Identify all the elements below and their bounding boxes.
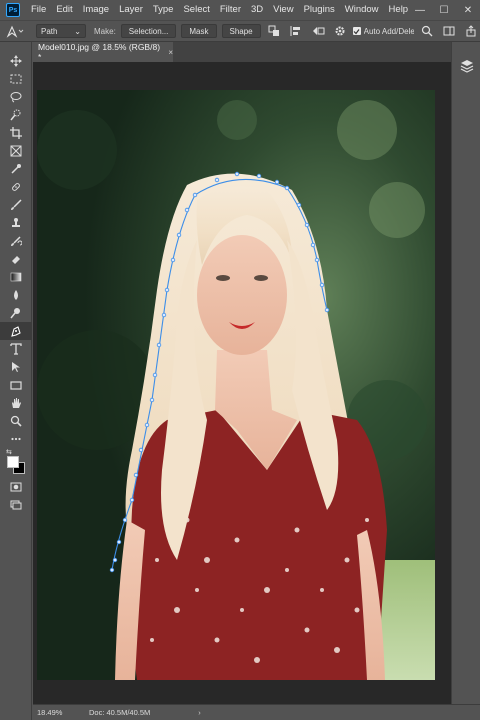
pen-icon: [6, 25, 24, 38]
healing-brush-tool-icon[interactable]: [0, 178, 32, 196]
path-operations-icon[interactable]: [265, 22, 283, 40]
workspace-icon[interactable]: [440, 22, 458, 40]
tool-mode-select[interactable]: Path ⌄: [36, 24, 86, 38]
document-tabs: Model010.jpg @ 18.5% (RGB/8) * ×: [33, 42, 451, 62]
quick-selection-tool-icon[interactable]: [0, 106, 32, 124]
document-size: Doc: 40.5M/40.5M: [89, 708, 151, 717]
tool-preset-picker[interactable]: [0, 21, 30, 41]
search-icon[interactable]: [418, 22, 436, 40]
pen-tool-icon[interactable]: [0, 322, 32, 340]
crop-tool-icon[interactable]: [0, 124, 32, 142]
photoshop-logo: Ps: [6, 3, 20, 17]
blur-tool-icon[interactable]: [0, 286, 32, 304]
tools-panel: ⇆: [0, 42, 32, 720]
rectangle-tool-icon[interactable]: [0, 376, 32, 394]
menu-select[interactable]: Select: [178, 0, 214, 20]
more-tools-icon[interactable]: [0, 430, 32, 448]
document-tab[interactable]: Model010.jpg @ 18.5% (RGB/8) * ×: [33, 42, 173, 62]
menu-3d[interactable]: 3D: [246, 0, 268, 20]
zoom-level[interactable]: 18.49%: [37, 708, 89, 717]
history-brush-tool-icon[interactable]: [0, 232, 32, 250]
make-selection-button[interactable]: Selection...: [120, 24, 177, 38]
gear-icon[interactable]: [331, 22, 349, 40]
auto-add-delete-label: Auto Add/Delete: [363, 26, 414, 36]
path-selection-tool-icon[interactable]: [0, 358, 32, 376]
maximize-button[interactable]: ☐: [432, 0, 456, 20]
path-alignment-icon[interactable]: [287, 22, 305, 40]
panel-grip[interactable]: [452, 42, 480, 54]
eyedropper-tool-icon[interactable]: [0, 160, 32, 178]
auto-add-delete-checkbox[interactable]: [352, 27, 361, 35]
close-button[interactable]: ✕: [456, 0, 480, 20]
menu-type[interactable]: Type: [148, 0, 179, 20]
status-bar: 18.49% Doc: 40.5M/40.5M ›: [33, 704, 480, 720]
menu-bar: Ps File Edit Image Layer Type Select Fil…: [0, 0, 480, 20]
menu-window[interactable]: Window: [340, 0, 384, 20]
menu-edit[interactable]: Edit: [51, 0, 77, 20]
marquee-tool-icon[interactable]: [0, 70, 32, 88]
color-swatches: ⇆: [0, 448, 32, 478]
brush-tool-icon[interactable]: [0, 196, 32, 214]
lasso-tool-icon[interactable]: [0, 88, 32, 106]
swap-colors-icon[interactable]: ⇆: [6, 448, 12, 456]
menu-plugins[interactable]: Plugins: [299, 0, 340, 20]
eraser-tool-icon[interactable]: [0, 250, 32, 268]
document-tab-title: Model010.jpg @ 18.5% (RGB/8) *: [38, 42, 161, 62]
menu-view[interactable]: View: [268, 0, 298, 20]
share-icon[interactable]: [462, 22, 480, 40]
menu-filter[interactable]: Filter: [215, 0, 246, 20]
move-tool-icon[interactable]: [0, 52, 32, 70]
menu-file[interactable]: File: [26, 0, 51, 20]
options-bar: Path ⌄ Make: Selection... Mask Shape Aut…: [0, 20, 480, 42]
path-arrangement-icon[interactable]: [309, 22, 327, 40]
clone-stamp-tool-icon[interactable]: [0, 214, 32, 232]
tool-mode-value: Path: [41, 26, 58, 36]
menu-layer[interactable]: Layer: [114, 0, 148, 20]
zoom-tool-icon[interactable]: [0, 412, 32, 430]
chevron-down-icon: ⌄: [74, 26, 81, 36]
foreground-color-swatch[interactable]: [7, 456, 19, 468]
layers-icon[interactable]: [452, 54, 480, 78]
hand-tool-icon[interactable]: [0, 394, 32, 412]
make-label: Make:: [94, 26, 116, 36]
canvas-area[interactable]: [33, 62, 451, 704]
make-mask-button[interactable]: Mask: [181, 24, 217, 38]
quick-mask-icon[interactable]: [0, 478, 32, 496]
checkmark-icon: [353, 28, 360, 34]
right-panel-dock: [451, 42, 480, 704]
panel-grip[interactable]: [0, 42, 31, 52]
minimize-button[interactable]: —: [408, 0, 432, 20]
frame-tool-icon[interactable]: [0, 142, 32, 160]
close-tab-icon[interactable]: ×: [168, 48, 173, 57]
document-photo[interactable]: [37, 90, 435, 680]
menu-image[interactable]: Image: [78, 0, 114, 20]
screen-mode-icon[interactable]: [0, 496, 32, 514]
status-menu-arrow[interactable]: ›: [198, 708, 201, 717]
gradient-tool-icon[interactable]: [0, 268, 32, 286]
dodge-tool-icon[interactable]: [0, 304, 32, 322]
make-shape-button[interactable]: Shape: [221, 24, 261, 38]
type-tool-icon[interactable]: [0, 340, 32, 358]
window-controls: — ☐ ✕: [408, 0, 480, 20]
